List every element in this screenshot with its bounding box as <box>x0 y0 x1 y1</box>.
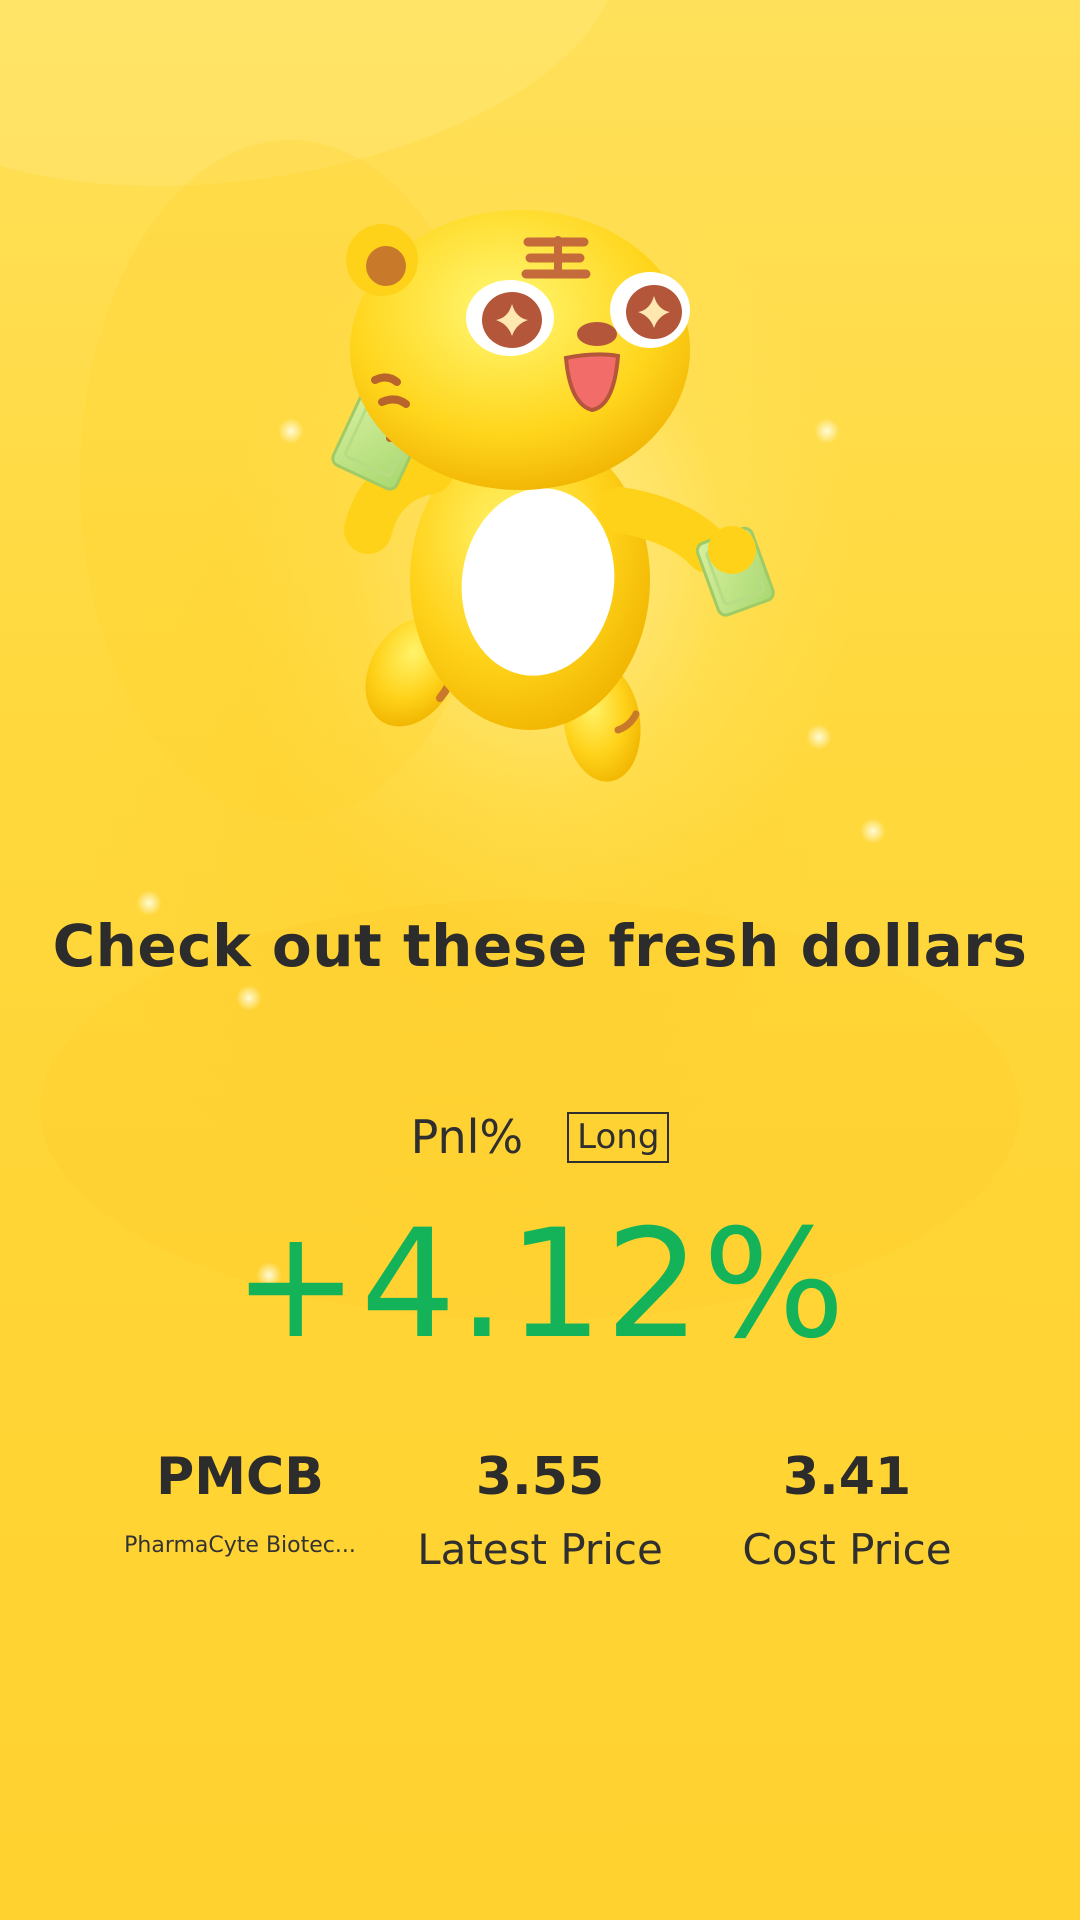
sparkle-icon <box>860 818 886 844</box>
sparkle-icon <box>236 985 262 1011</box>
latest-price: 3.55 Latest Price <box>390 1445 690 1577</box>
cost-price-value: 3.41 <box>782 1447 912 1507</box>
sparkle-icon <box>806 724 832 750</box>
pnl-label: Pnl% <box>410 1110 524 1164</box>
sparkle-icon <box>278 418 304 444</box>
tiger-mascot-icon <box>331 210 775 782</box>
headline: Check out these fresh dollars <box>52 912 1028 980</box>
latest-price-label: Latest Price <box>417 1525 663 1574</box>
latest-price-value: 3.55 <box>475 1447 605 1507</box>
cost-price: 3.41 Cost Price <box>697 1445 997 1577</box>
position-badge: Long <box>567 1111 670 1163</box>
stock-ticker: PMCB <box>156 1447 324 1507</box>
sparkle-icon <box>814 418 840 444</box>
stock-info: PMCB PharmaCyte Biotec... <box>90 1445 390 1561</box>
cost-price-label: Cost Price <box>742 1525 952 1574</box>
pnl-header: Pnl% Long <box>0 1110 1080 1164</box>
stock-name: PharmaCyte Biotec... <box>124 1533 356 1558</box>
pnl-percentage: +4.12% <box>232 1198 848 1372</box>
